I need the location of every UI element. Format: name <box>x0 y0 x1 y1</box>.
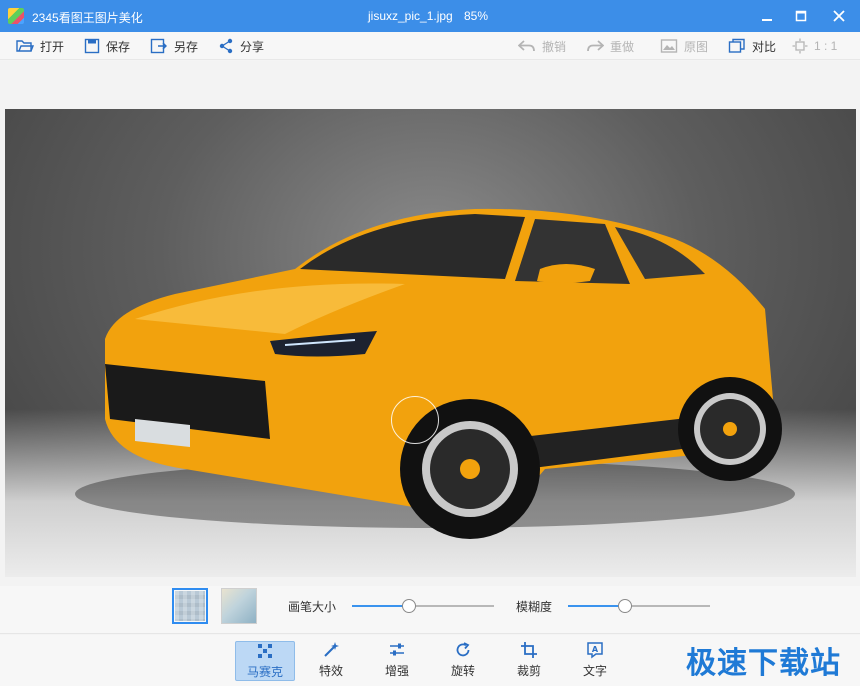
minimize-icon <box>762 19 772 21</box>
tool-mosaic-label: 马赛克 <box>246 665 283 679</box>
title-bar: 2345看图王图片美化 jisuxz_pic_1.jpg 85% <box>0 0 860 32</box>
share-button[interactable]: 分享 <box>218 32 264 60</box>
save-button[interactable]: 保存 <box>84 32 130 60</box>
photo-image[interactable] <box>5 109 856 577</box>
tool-mosaic[interactable]: 马赛克 <box>235 641 295 681</box>
minimize-button[interactable] <box>754 4 780 28</box>
blur-slider-track[interactable] <box>625 605 710 607</box>
svg-text:A: A <box>592 645 599 654</box>
mosaic-pixel-swatch <box>175 591 205 621</box>
save-label: 保存 <box>106 39 131 54</box>
mosaic-controls: 画笔大小 模糊度 <box>0 586 860 634</box>
redo-icon <box>587 40 604 52</box>
car-illustration <box>75 208 795 539</box>
rotate-icon <box>456 642 470 657</box>
tool-effects[interactable]: 特效 <box>301 641 361 681</box>
save-icon <box>84 38 100 54</box>
fit-size-icon <box>792 38 808 54</box>
tool-rotate[interactable]: 旋转 <box>433 641 493 681</box>
redo-button[interactable]: 重做 <box>586 32 634 60</box>
text-icon: A <box>587 642 603 659</box>
compare-icon <box>728 38 745 53</box>
redo-label: 重做 <box>610 39 635 54</box>
tool-enhance[interactable]: 增强 <box>367 641 427 681</box>
save-as-label: 另存 <box>174 39 199 54</box>
undo-icon <box>518 40 535 52</box>
sliders-icon <box>390 643 404 656</box>
save-as-button[interactable]: 另存 <box>150 32 198 60</box>
canvas-area[interactable] <box>0 61 860 586</box>
open-label: 打开 <box>40 39 65 54</box>
undo-label: 撤销 <box>542 39 567 54</box>
brush-size-slider-handle[interactable] <box>402 599 416 613</box>
share-icon <box>219 38 233 54</box>
tool-crop-label: 裁剪 <box>516 664 541 678</box>
maximize-button[interactable] <box>788 4 814 28</box>
actual-size-button[interactable]: 1 : 1 <box>792 32 837 60</box>
brush-size-slider-fill[interactable] <box>352 605 409 607</box>
blur-label: 模糊度 <box>516 600 553 614</box>
compare-button[interactable]: 对比 <box>728 32 776 60</box>
ratio-label: 1 : 1 <box>814 39 838 53</box>
blur-slider-fill[interactable] <box>568 605 625 607</box>
brush-size-label: 画笔大小 <box>288 600 337 614</box>
close-button[interactable] <box>826 4 852 28</box>
tool-crop[interactable]: 裁剪 <box>499 641 559 681</box>
open-button[interactable]: 打开 <box>16 32 64 60</box>
image-icon <box>660 39 678 53</box>
tool-text-label: 文字 <box>582 664 607 678</box>
mosaic-style-blur[interactable] <box>221 588 257 624</box>
toolbar: 打开 保存 另存 分享 撤销 重做 原图 对比 1 : 1 <box>0 32 860 60</box>
tool-text[interactable]: A 文字 <box>565 641 625 681</box>
tool-enhance-label: 增强 <box>384 664 409 678</box>
zoom-level: 85% <box>464 9 489 23</box>
magic-wand-icon <box>324 642 339 657</box>
original-button[interactable]: 原图 <box>660 32 708 60</box>
mosaic-style-pixel[interactable] <box>172 588 208 624</box>
brush-cursor <box>391 396 439 444</box>
crop-icon <box>521 642 537 658</box>
blur-slider-handle[interactable] <box>618 599 632 613</box>
file-name: jisuxz_pic_1.jpg <box>368 9 453 23</box>
maximize-icon <box>795 10 807 22</box>
save-as-icon <box>150 38 167 54</box>
app-title: 2345看图王图片美化 <box>32 11 143 25</box>
share-label: 分享 <box>240 39 265 54</box>
folder-open-icon <box>16 40 34 52</box>
close-icon <box>833 10 845 22</box>
site-watermark: 极速下载站 <box>686 647 841 680</box>
tool-rotate-label: 旋转 <box>450 664 475 678</box>
brush-size-slider-track[interactable] <box>409 605 494 607</box>
undo-button[interactable]: 撤销 <box>518 32 566 60</box>
compare-label: 对比 <box>752 39 777 54</box>
app-logo-icon <box>8 8 24 24</box>
mosaic-icon <box>258 644 272 658</box>
tool-effects-label: 特效 <box>318 664 343 678</box>
original-label: 原图 <box>684 39 709 54</box>
